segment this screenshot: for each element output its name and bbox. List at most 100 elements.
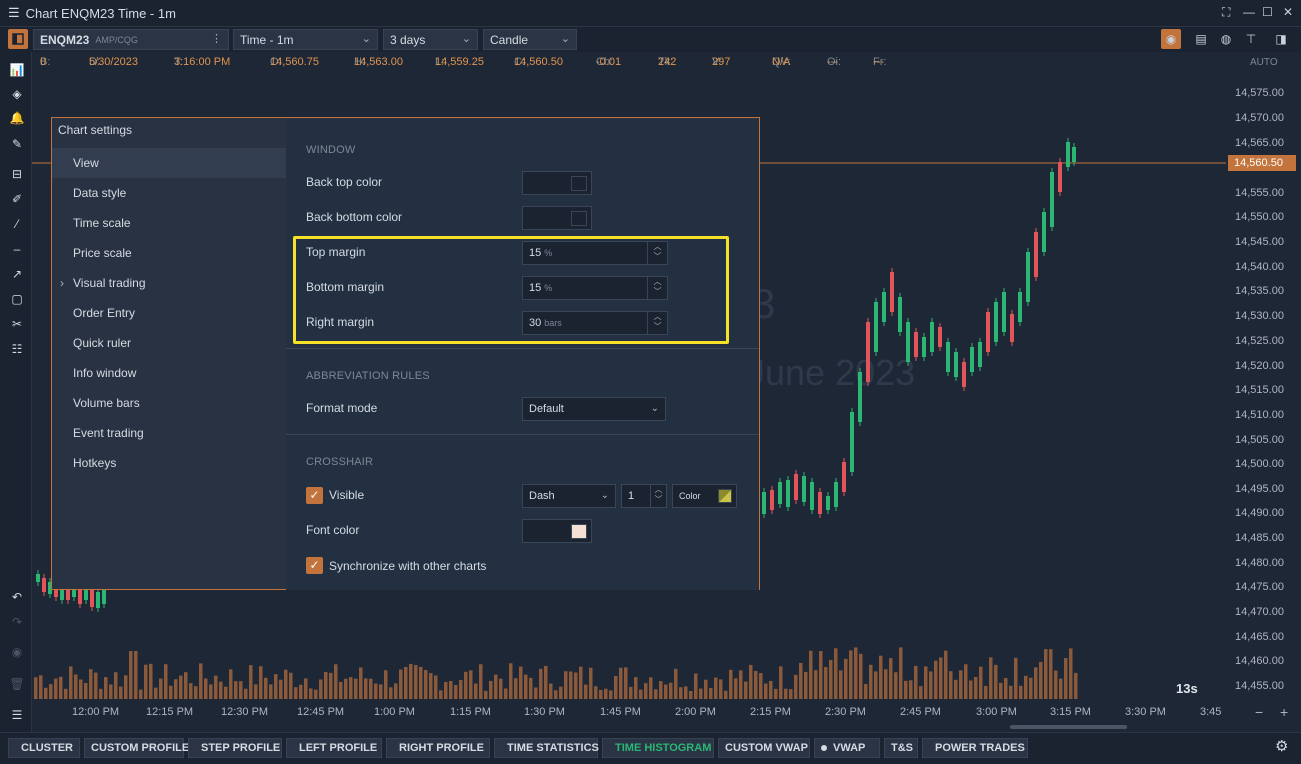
auto-trading-icon[interactable]: ◉ (1161, 29, 1181, 49)
volume-bar (204, 678, 208, 699)
settings-nav-event-trading[interactable]: Event trading (52, 418, 286, 448)
candle-body (882, 292, 886, 322)
draw-icon[interactable]: ✎ (7, 134, 27, 154)
layers-icon[interactable]: ◈ (7, 84, 27, 104)
tab-left-profile[interactable]: LEFT PROFILE (286, 738, 382, 758)
redo-icon[interactable]: ↷ (7, 612, 27, 632)
tab-cluster[interactable]: CLUSTER (8, 738, 80, 758)
settings-nav-order-entry[interactable]: Order Entry (52, 298, 286, 328)
menu-icon[interactable]: ☰ (8, 5, 20, 21)
font-color-picker[interactable] (522, 519, 592, 543)
tab-right-profile[interactable]: RIGHT PROFILE (386, 738, 490, 758)
volume-bar (834, 648, 838, 699)
tab-time-histogram[interactable]: TIME HISTOGRAM (602, 738, 714, 758)
crosshair-color-picker[interactable]: Color (672, 484, 737, 508)
eye-icon[interactable]: ◉ (7, 642, 27, 662)
candle-body (1018, 292, 1022, 322)
tab-step-profile[interactable]: STEP PROFILE (188, 738, 282, 758)
settings-nav-visual-trading[interactable]: › Visual trading (52, 268, 286, 298)
tab-time-statistics[interactable]: TIME STATISTICS (494, 738, 599, 758)
tab-vwap[interactable]: VWAP (814, 738, 880, 758)
panel-toggle-icon[interactable] (8, 29, 28, 49)
period-select[interactable]: 3 days ⌄ (383, 29, 478, 50)
volume-bar (989, 657, 993, 699)
timeframe-select[interactable]: Time - 1m ⌄ (233, 29, 378, 50)
visible-label: Visible (329, 488, 365, 502)
left-toolbar: 📊 ◈ 🔔 ✎ ⊟ ✐ ⁄ – ↗ ▢ ✂ ☷ ↶ ↷ ◉ 🗑 ☰ (0, 52, 32, 732)
line-style-select[interactable]: Dash ⌄ (522, 484, 616, 508)
horizontal-line-icon[interactable]: – (7, 239, 27, 259)
symbol-selector[interactable]: ENQM23 AMP/CQG ⋮ (33, 29, 229, 50)
zoom-out-icon[interactable]: − (1255, 704, 1263, 720)
volume-bar (134, 651, 138, 699)
zoom-in-icon[interactable]: + (1280, 704, 1288, 720)
ruler-icon[interactable]: ✂ (7, 314, 27, 334)
volume-bar (484, 690, 488, 699)
volume-bar (609, 690, 613, 699)
tab-label: VWAP (833, 742, 866, 754)
settings-nav-data-style[interactable]: Data style (52, 178, 286, 208)
mouse-icon[interactable]: ◍ (1216, 29, 1236, 49)
tab-power-trades[interactable]: POWER TRADES (922, 738, 1028, 758)
volume-bar (299, 684, 303, 699)
settings-nav-quick-ruler[interactable]: Quick ruler (52, 328, 286, 358)
menu-list-icon[interactable]: ☰ (7, 705, 27, 725)
close-window-icon[interactable]: ✕ (1283, 5, 1293, 19)
volume-bar (809, 650, 813, 699)
minimize-icon[interactable]: — (1243, 5, 1255, 19)
volume-bar (319, 679, 323, 699)
more-icon[interactable]: ⋮ (211, 32, 222, 45)
format-mode-label: Format mode (306, 401, 378, 415)
tab-custom-profile[interactable]: CUSTOM PROFILE (84, 738, 189, 758)
time-axis[interactable]: 12:00 PM 12:15 PM 12:30 PM 12:45 PM 1:00 PM 1… (32, 702, 1301, 726)
back-bottom-color-picker[interactable] (522, 206, 592, 230)
settings-nav-time-scale[interactable]: Time scale (52, 208, 286, 238)
format-mode-select[interactable]: Default ⌄ (522, 397, 666, 421)
volume-bar (439, 690, 443, 699)
alert-bell-icon[interactable]: 🔔 (7, 108, 27, 128)
pencil-icon[interactable]: ✐ (7, 189, 27, 209)
gear-icon[interactable]: ⚙ (1275, 737, 1288, 755)
back-top-color-picker[interactable] (522, 171, 592, 195)
list-icon[interactable]: ☷ (7, 339, 27, 359)
volume-bar (529, 677, 533, 699)
maximize-icon[interactable]: ☐ (1262, 5, 1273, 19)
volume-bar (694, 673, 698, 699)
back-top-color-label: Back top color (306, 175, 383, 189)
fibo-icon[interactable]: ⁄ (7, 214, 27, 234)
chart-type-select[interactable]: Candle ⌄ (483, 29, 577, 50)
volume-bar (959, 670, 963, 699)
tab-t-s[interactable]: T&S (884, 738, 918, 758)
divider (286, 348, 759, 349)
candle-body (810, 482, 814, 510)
sync-checkbox[interactable]: ✓ (306, 557, 323, 574)
bottom-bar: CLUSTER CUSTOM PROFILE STEP PROFILE LEFT PR… (0, 732, 1301, 764)
volume-bar (1019, 685, 1023, 699)
visible-checkbox[interactable]: ✓ (306, 487, 323, 504)
tools-icon[interactable]: ⊤ (1241, 29, 1261, 49)
tab-custom-vwap[interactable]: CUSTOM VWAP (718, 738, 810, 758)
sidebar-toggle-icon[interactable]: ◨ (1271, 29, 1291, 49)
volume-bar (974, 676, 978, 699)
stepper-arrows-icon[interactable]: ︿ ﹀ (650, 485, 666, 507)
rectangle-icon[interactable]: ▢ (7, 289, 27, 309)
settings-nav-hotkeys[interactable]: Hotkeys (52, 448, 286, 478)
template-icon[interactable]: ⊟ (7, 164, 27, 184)
volume-bar (939, 657, 943, 699)
horizontal-scrollbar[interactable] (1010, 725, 1127, 729)
settings-nav-price-scale[interactable]: Price scale (52, 238, 286, 268)
candle-body (1034, 232, 1038, 277)
price-axis[interactable]: 14,575.00 14,570.00 14,565.00 14,555.00 14,5… (1226, 52, 1301, 702)
volume-bar (1009, 685, 1013, 699)
trash-icon[interactable]: 🗑 (7, 674, 27, 694)
fullscreen-icon[interactable]: ⛶ (1222, 5, 1230, 20)
indicators-icon[interactable]: 📊 (7, 60, 27, 80)
settings-nav-volume-bars[interactable]: Volume bars (52, 388, 286, 418)
trend-line-icon[interactable]: ↗ (7, 264, 27, 284)
candle-body (930, 322, 934, 352)
dom-icon[interactable]: ▤ (1191, 29, 1211, 49)
line-width-stepper[interactable]: 1 ︿ ﹀ (621, 484, 667, 508)
settings-nav-info-window[interactable]: Info window (52, 358, 286, 388)
settings-nav-view[interactable]: View (52, 148, 286, 178)
undo-icon[interactable]: ↶ (7, 587, 27, 607)
